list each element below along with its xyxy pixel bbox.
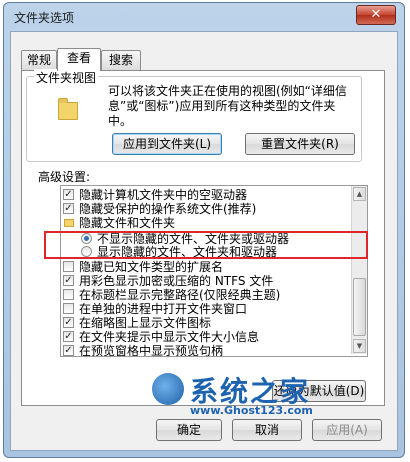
window-title: 文件夹选项 [14,11,75,25]
checkbox-unchecked[interactable] [63,261,74,272]
ok-button[interactable]: 确定 [156,419,222,441]
folder-view-label: 文件夹视图 [34,69,99,86]
title-bar[interactable]: 文件夹选项 ✕ [4,3,404,31]
checkbox-checked[interactable]: ✓ [63,331,74,342]
checkbox-checked[interactable]: ✓ [63,345,74,356]
list-scrollbar[interactable]: ▲ ▼ [351,186,367,354]
folder-icon [64,219,74,227]
advanced-settings-list: ✓ 隐藏计算机文件夹中的空驱动器 ✓ 隐藏受保护的操作系统文件(推荐) 隐藏文件和文… [60,185,368,357]
tab-view[interactable]: 查看 [57,48,101,71]
scroll-down-icon[interactable]: ▼ [353,339,366,353]
tab-general[interactable]: 常规 [21,50,57,70]
checkbox-unchecked[interactable] [63,303,74,314]
checkbox-checked[interactable]: ✓ [63,275,74,286]
close-icon: ✕ [370,7,382,22]
apply-to-folders-button[interactable]: 应用到文件夹(L) [112,133,222,155]
cancel-button[interactable]: 取消 [232,419,302,441]
folder-icon [58,98,78,120]
scroll-up-icon[interactable]: ▲ [353,187,366,201]
checkbox-unchecked[interactable] [63,289,74,300]
checkbox-checked[interactable]: ✓ [63,317,74,328]
folder-view-description: 可以将该文件夹正在使用的视图(例如“详细信息”或“图标”)应用到所有这种类型的文… [108,84,347,128]
scroll-thumb[interactable] [353,278,366,336]
advanced-settings-label: 高级设置: [38,170,91,184]
red-highlight-box [44,231,368,259]
watermark-url: www.Ghost123.com [190,404,313,417]
apply-button[interactable]: 应用(A) [312,419,382,441]
checkbox-checked[interactable]: ✓ [63,203,74,214]
tab-search[interactable]: 搜索 [101,50,141,70]
reset-folders-button[interactable]: 重置文件夹(R) [245,133,355,155]
watermark-logo-icon [152,373,184,405]
close-button[interactable]: ✕ [356,5,396,25]
checkbox-checked[interactable]: ✓ [63,189,74,200]
